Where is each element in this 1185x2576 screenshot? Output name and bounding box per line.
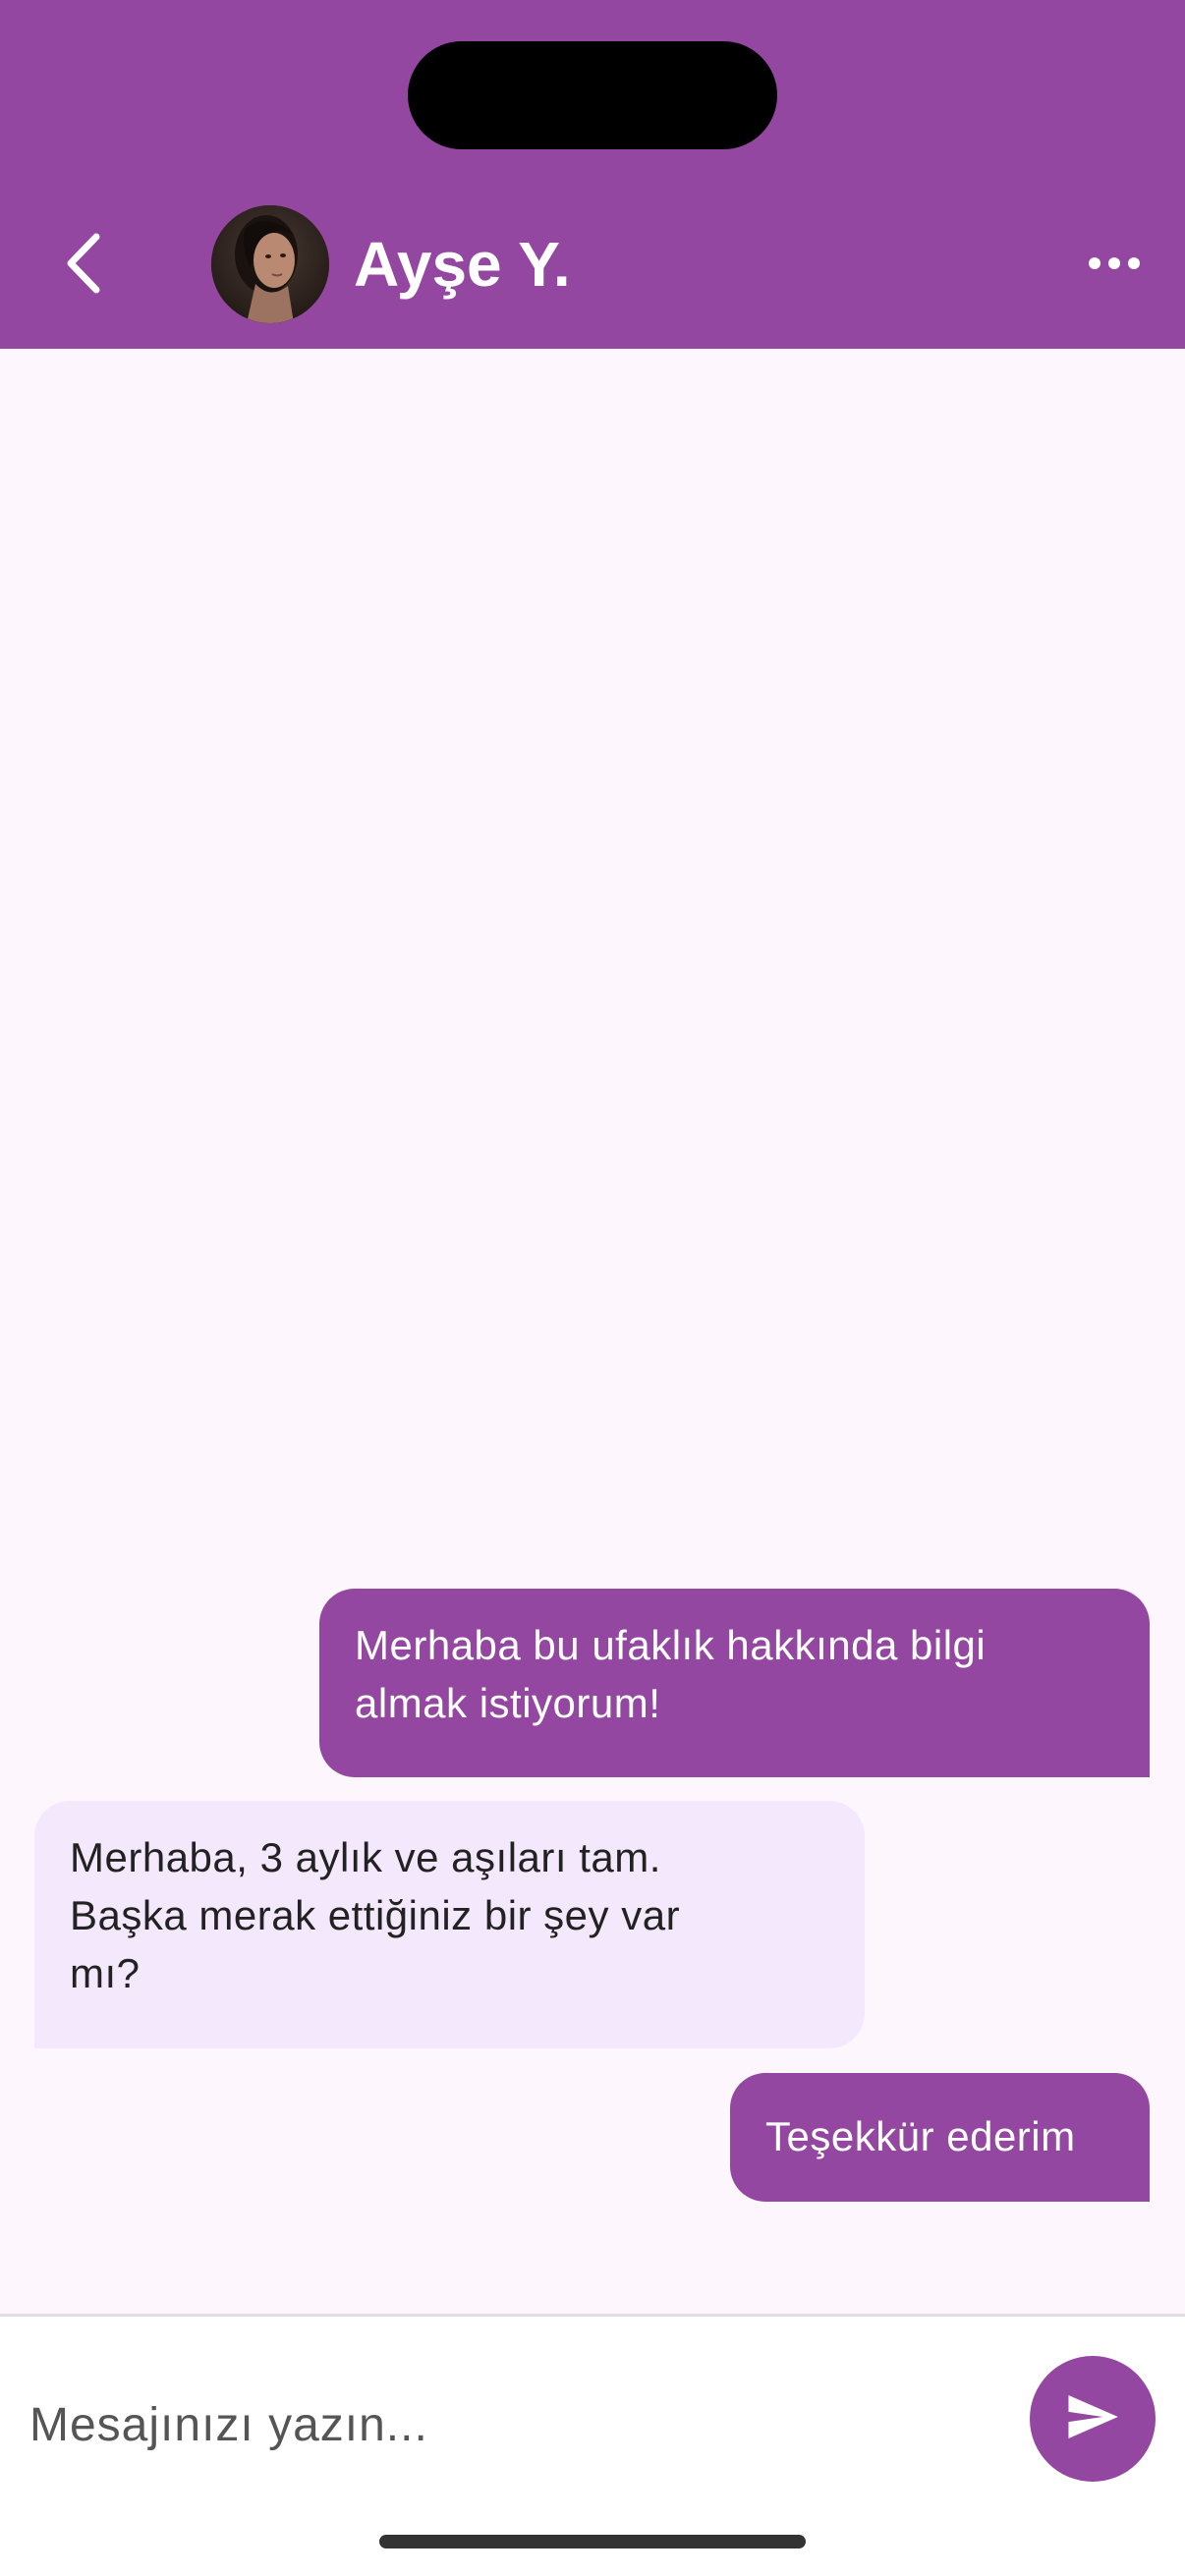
message-input[interactable] [29, 2366, 992, 2484]
back-button[interactable] [39, 206, 128, 324]
send-button[interactable] [1030, 2356, 1156, 2482]
home-indicator[interactable] [379, 2535, 806, 2548]
message-line: Teşekkür ederim [765, 2113, 1076, 2159]
dynamic-island [408, 41, 777, 149]
message-line: Merhaba bu ufaklık hakkında bilgi [355, 1622, 987, 1668]
more-horizontal-icon [1088, 256, 1141, 275]
message-bubble-outgoing[interactable]: Teşekkür ederim [730, 2073, 1150, 2202]
message-line: mı? [70, 1950, 141, 1996]
more-options-button[interactable] [1079, 236, 1150, 295]
message-line: almak istiyorum! [355, 1680, 661, 1726]
message-bubble-outgoing[interactable]: Merhaba bu ufaklık hakkında bilgi almak … [319, 1589, 1150, 1777]
chat-header: Ayşe Y. [0, 0, 1185, 349]
message-list[interactable]: Merhaba bu ufaklık hakkında bilgi almak … [0, 349, 1185, 2314]
message-line: Merhaba, 3 aylık ve aşıları tam. [70, 1834, 661, 1880]
contact-name: Ayşe Y. [354, 229, 571, 300]
avatar[interactable] [211, 205, 329, 323]
send-icon [1062, 2386, 1123, 2452]
chevron-left-icon [59, 229, 108, 303]
message-line: Başka merak ettiğiniz bir şey var [70, 1892, 681, 1938]
message-bubble-incoming[interactable]: Merhaba, 3 aylık ve aşıları tam. Başka m… [34, 1801, 865, 2048]
